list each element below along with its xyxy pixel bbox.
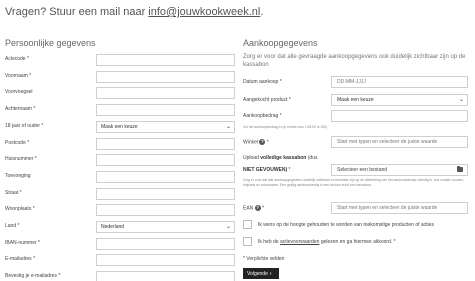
arrow-right-icon: ›: [269, 271, 272, 277]
select-value: Maak een keuze: [101, 123, 138, 130]
upload-label-line2: NIET GEVOUWEN) *: [243, 167, 291, 173]
next-button[interactable]: Volgende ›: [243, 268, 279, 279]
amount-label: Aankoopbedrag *: [243, 113, 282, 119]
upload-file-button[interactable]: Selecteer een bestand: [331, 164, 468, 176]
help-icon[interactable]: ?: [259, 139, 266, 145]
terms-checkbox[interactable]: [243, 237, 252, 246]
text-input[interactable]: [96, 170, 235, 183]
personal-row: Achternaam *: [5, 104, 235, 117]
amount-hint: Vul het aankoopbedrag in (in centen dus …: [243, 125, 328, 129]
terms-suffix: gelezen en ga hiermee akkoord. *: [319, 239, 396, 245]
personal-row: Voornaam *: [5, 70, 235, 84]
next-button-label: Volgende: [247, 271, 268, 277]
personal-row: 18 jaar of ouder * Maak een keuze ⌄: [5, 120, 235, 134]
text-input[interactable]: [96, 87, 235, 100]
chevron-down-icon: ⌄: [225, 123, 231, 130]
contact-suffix: .: [260, 6, 264, 18]
store-input[interactable]: Start met typen en selecteer de juiste w…: [331, 136, 468, 148]
personal-row: Postcode *: [5, 137, 235, 151]
terms-label: Ik heb de actievoorwaarden gelezen en ga…: [258, 239, 396, 245]
ean-required: *: [262, 205, 265, 212]
personal-row: Woonplaats *: [5, 204, 235, 217]
chevron-down-icon: ⌄: [225, 224, 231, 230]
field-label: Voornaam *: [5, 72, 32, 79]
purchase-date-label: Datum aankoop *: [243, 79, 282, 85]
purchase-date-input[interactable]: DD-MM-JJJJ: [331, 76, 468, 88]
field-label: Straat *: [5, 189, 22, 196]
purchase-intro: Zorg er voor dat alle gevraagde aankoopg…: [243, 54, 466, 68]
personal-row: Toevoeging: [5, 170, 235, 184]
personal-row: IBAN-nummer *: [5, 237, 235, 251]
newsletter-checkbox[interactable]: [243, 220, 252, 229]
field-label: Huisnummer *: [5, 156, 37, 163]
upload-label-line1: Upload volledige kassabon (dus: [243, 155, 318, 161]
upload-text-b: volledige kassabon: [260, 155, 307, 161]
store-label: Winkel ? *: [243, 139, 269, 145]
product-select[interactable]: Maak een keuze ⌄: [331, 94, 468, 106]
field-label: Land *: [5, 223, 20, 229]
personal-row: Voorvoegsel: [5, 87, 235, 100]
text-input[interactable]: [96, 104, 235, 117]
upload-required: *: [287, 167, 291, 173]
personal-row: Huisnummer *: [5, 154, 235, 167]
upload-button-label: Selecteer een bestand: [337, 167, 388, 173]
required-note: * Verplichte velden: [243, 256, 285, 262]
upload-hint: Zorg er voor dat alle aankoopgegevens du…: [243, 178, 465, 187]
text-input[interactable]: [96, 70, 235, 83]
field-label: Toevoeging: [5, 172, 31, 179]
text-input[interactable]: [96, 254, 235, 267]
select-field[interactable]: Maak een keuze ⌄: [96, 120, 235, 133]
select-value: Nederland: [101, 224, 125, 230]
store-required: *: [266, 139, 269, 146]
ean-label: EAN ? *: [243, 205, 264, 211]
field-label: IBAN-nummer *: [5, 239, 41, 246]
field-label: Postcode *: [5, 139, 30, 146]
contact-prefix: Vragen? Stuur een mail naar: [5, 6, 149, 18]
text-input[interactable]: [96, 154, 235, 167]
upload-text-c: (dus: [306, 155, 318, 161]
contact-headline: Vragen? Stuur een mail naar info@jouwkoo…: [5, 6, 263, 18]
personal-row: Straat *: [5, 187, 235, 201]
product-select-value: Maak een keuze: [337, 97, 374, 103]
field-label: Bevestig je e-mailadres *: [5, 273, 61, 280]
field-label: 18 jaar of ouder *: [5, 122, 44, 129]
store-label-text: Winkel: [243, 139, 259, 146]
personal-row: Aclecode *: [5, 54, 235, 67]
upload-text-d: NIET GEVOUWEN): [243, 167, 288, 173]
help-icon[interactable]: ?: [254, 205, 261, 211]
folder-icon: [457, 166, 463, 172]
personal-row: Land * Nederland ⌄: [5, 221, 235, 234]
text-input[interactable]: [96, 204, 235, 217]
personal-section-title: Persoonlijke gegevens: [5, 38, 96, 48]
personal-row: E-mailadres *: [5, 254, 235, 267]
text-input[interactable]: [96, 237, 235, 250]
terms-prefix: Ik heb de: [258, 239, 280, 245]
terms-link[interactable]: actievoorwaarden: [280, 239, 319, 245]
text-input[interactable]: [96, 271, 235, 281]
field-label: Voorvoegsel: [5, 89, 33, 96]
chevron-down-icon: ⌄: [458, 97, 464, 103]
field-label: E-mailadres *: [5, 256, 36, 263]
contact-email-link[interactable]: info@jouwkookweek.nl: [148, 6, 260, 18]
upload-text-a: Upload: [243, 155, 261, 161]
newsletter-label: Ik wens op de hoogte gehouden te worden …: [258, 222, 434, 228]
field-label: Achternaam *: [5, 106, 36, 113]
field-label: Woonplaats *: [5, 206, 35, 213]
select-field[interactable]: Nederland ⌄: [96, 221, 235, 233]
text-input[interactable]: [96, 54, 235, 66]
purchase-section-title: Aankoopgegevens: [243, 38, 318, 48]
ean-label-text: EAN: [243, 205, 254, 212]
personal-row: Bevestig je e-mailadres *: [5, 271, 235, 281]
field-label: Aclecode *: [5, 56, 29, 62]
text-input[interactable]: [96, 187, 235, 200]
ean-input[interactable]: Start met typen en selecteer de juiste w…: [331, 202, 468, 214]
amount-input[interactable]: [331, 110, 468, 122]
product-label: Aangekocht product *: [243, 97, 291, 103]
text-input[interactable]: [96, 137, 235, 150]
